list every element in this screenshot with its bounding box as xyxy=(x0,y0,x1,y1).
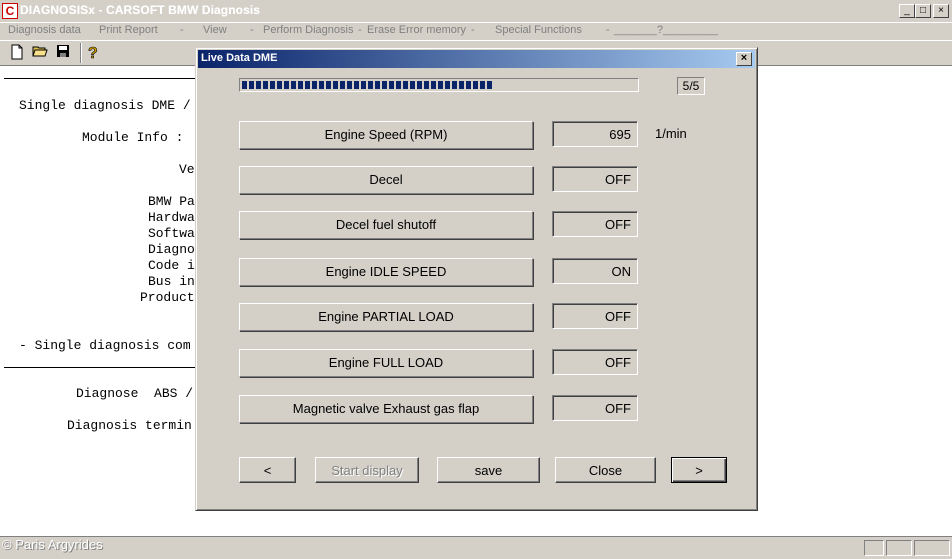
next-button[interactable]: > xyxy=(671,457,727,483)
param-label: Engine IDLE SPEED xyxy=(239,258,533,286)
param-value: OFF xyxy=(552,303,638,329)
param-label: Magnetic valve Exhaust gas flap xyxy=(239,395,533,423)
menu-diagnosis-data[interactable]: Diagnosis data xyxy=(8,24,81,36)
param-unit: 1/min xyxy=(655,126,687,141)
report-line: BMW Pa xyxy=(148,194,195,209)
param-row-engine-speed: Engine Speed (RPM) 695 1/min xyxy=(239,121,719,149)
minimize-button[interactable]: _ xyxy=(899,4,915,18)
maximize-button[interactable]: □ xyxy=(915,4,931,18)
param-value: OFF xyxy=(552,395,638,421)
param-row-decel: Decel OFF xyxy=(239,166,719,194)
dialog-title: Live Data DME xyxy=(201,52,278,64)
param-value: 695 xyxy=(552,121,638,147)
new-file-icon xyxy=(11,44,23,60)
report-line: - Single diagnosis com xyxy=(19,338,191,353)
menu-separator: - xyxy=(358,24,362,36)
report-line: Bus in xyxy=(148,274,195,289)
close-button[interactable]: Close xyxy=(555,457,656,483)
app-icon[interactable]: C xyxy=(2,3,18,19)
param-row-partial-load: Engine PARTIAL LOAD OFF xyxy=(239,303,719,331)
menu-erase-error-memory[interactable]: Erase Error memory xyxy=(367,24,466,36)
report-line: Ve xyxy=(179,162,195,177)
dialog-titlebar: Live Data DME × xyxy=(198,50,755,68)
new-file-button[interactable] xyxy=(8,44,26,62)
toolbar-separator xyxy=(80,43,82,63)
menu-special-functions[interactable]: Special Functions xyxy=(495,24,582,36)
svg-text:?: ? xyxy=(88,45,98,60)
status-pane xyxy=(886,540,912,556)
menu-bar: Diagnosis data Print Report - View - Per… xyxy=(0,22,952,39)
menu-print-report[interactable]: Print Report xyxy=(99,24,158,36)
start-display-button[interactable]: Start display xyxy=(315,457,419,483)
menu-separator: - xyxy=(180,24,184,36)
param-value: OFF xyxy=(552,166,638,192)
param-value: ON xyxy=(552,258,638,284)
param-row-exhaust-flap: Magnetic valve Exhaust gas flap OFF xyxy=(239,395,719,423)
menu-view[interactable]: View xyxy=(203,24,227,36)
help-question-icon: ? xyxy=(88,45,98,63)
report-line: Diagnosis termin xyxy=(67,418,192,433)
copyright-text: © Paris Argyrides xyxy=(2,537,103,552)
progress-bar xyxy=(239,78,639,92)
param-label: Decel xyxy=(239,166,533,194)
page-counter: 5/5 xyxy=(677,77,705,95)
live-data-dialog: Live Data DME × 5/5 Engine Speed (RPM) 6… xyxy=(195,47,758,511)
window-title: DIAGNOSISx - CARSOFT BMW Diagnosis xyxy=(20,3,261,17)
floppy-disk-icon xyxy=(57,45,69,57)
param-label: Engine Speed (RPM) xyxy=(239,121,533,149)
status-pane xyxy=(864,540,884,556)
menu-help[interactable]: _______?_________ xyxy=(614,24,718,36)
menu-separator: - xyxy=(471,24,475,36)
open-folder-button[interactable] xyxy=(31,44,49,62)
param-row-decel-fuel-shutoff: Decel fuel shutoff OFF xyxy=(239,211,719,239)
param-label: Engine FULL LOAD xyxy=(239,349,533,377)
param-row-full-load: Engine FULL LOAD OFF xyxy=(239,349,719,377)
report-divider xyxy=(4,78,204,79)
window-titlebar: C DIAGNOSISx - CARSOFT BMW Diagnosis _ □… xyxy=(0,0,952,23)
report-line: Single diagnosis DME / xyxy=(19,98,191,113)
open-folder-icon xyxy=(32,46,48,57)
param-row-idle-speed: Engine IDLE SPEED ON xyxy=(239,258,719,286)
close-window-button[interactable]: × xyxy=(933,4,949,18)
dialog-close-button[interactable]: × xyxy=(736,52,752,66)
report-line: Diagnose ABS / xyxy=(76,386,194,401)
menu-separator: - xyxy=(606,24,610,36)
report-line: Module Info : xyxy=(82,130,184,145)
save-file-button[interactable] xyxy=(54,44,72,62)
param-label: Decel fuel shutoff xyxy=(239,211,533,239)
menu-separator: - xyxy=(250,24,254,36)
save-button[interactable]: save xyxy=(437,457,540,483)
report-line: Code i xyxy=(148,258,195,273)
report-line: Product xyxy=(140,290,195,305)
report-line: Softwa xyxy=(148,226,195,241)
status-bar: © Paris Argyrides xyxy=(0,536,952,559)
report-line: Hardwa xyxy=(148,210,195,225)
report-divider xyxy=(4,367,204,368)
param-label: Engine PARTIAL LOAD xyxy=(239,303,533,331)
param-value: OFF xyxy=(552,349,638,375)
help-button[interactable]: ? xyxy=(84,44,102,63)
report-line: Diagno xyxy=(148,242,195,257)
menu-perform-diagnosis[interactable]: Perform Diagnosis xyxy=(263,24,353,36)
progress-fill xyxy=(242,81,494,89)
param-value: OFF xyxy=(552,211,638,237)
status-pane xyxy=(914,540,950,556)
previous-button[interactable]: < xyxy=(239,457,296,483)
